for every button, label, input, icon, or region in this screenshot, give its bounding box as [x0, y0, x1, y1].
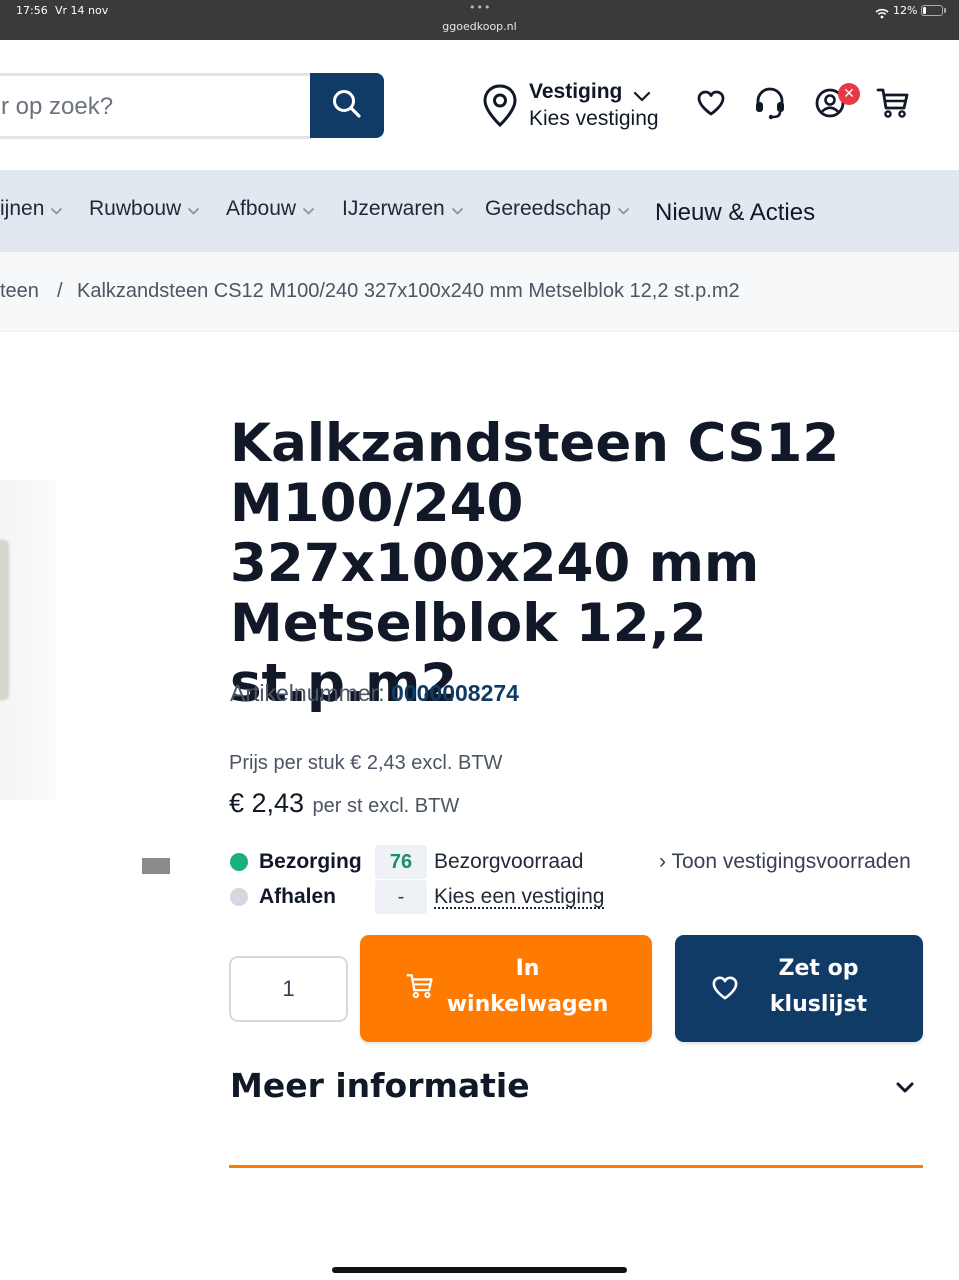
stock-delivery-row: Bezorging 76 Bezorgvoorraad › Toon vesti…	[229, 845, 929, 881]
choose-store-link[interactable]: Kies een vestiging	[434, 885, 604, 909]
search-box	[0, 73, 312, 139]
add-to-cart-line2: winkelwagen	[446, 992, 609, 1017]
article-number: Artikelnummer: 0000008274	[230, 680, 519, 707]
image-thumbnail[interactable]	[142, 858, 170, 874]
nav-item-label: Nieuw & Acties	[655, 199, 816, 226]
stock-quantity: -	[375, 880, 427, 914]
stock-pickup-row: Afhalen - Kies een vestiging	[229, 880, 929, 916]
status-dot-available	[230, 853, 248, 871]
stock-label: Bezorging	[259, 850, 362, 873]
search-button[interactable]	[310, 73, 384, 138]
add-to-list-line1: Zet op	[778, 956, 859, 981]
add-to-cart-button[interactable]: In winkelwagen	[360, 935, 652, 1042]
price-unit: per st excl. BTW	[312, 795, 460, 817]
nav-item-ruwbouw[interactable]: Ruwbouw	[89, 196, 200, 222]
breadcrumb-separator: /	[57, 280, 63, 302]
product-image-brick	[0, 540, 8, 700]
wifi-icon	[875, 4, 889, 23]
chevron-down-icon	[187, 198, 200, 222]
more-info-toggle[interactable]: Meer informatie	[230, 1066, 923, 1116]
show-store-stock-link[interactable]: › Toon vestigingsvoorraden	[659, 850, 911, 874]
show-store-stock-label: Toon vestigingsvoorraden	[671, 850, 911, 873]
browser-url[interactable]: ggoedkoop.nl	[0, 20, 959, 33]
battery-icon	[921, 5, 943, 16]
stock-quantity: 76	[375, 845, 427, 879]
nav-item-label: IJzerwaren	[342, 197, 445, 220]
section-divider	[229, 1165, 923, 1168]
status-time: 17:56	[16, 4, 48, 17]
breadcrumb-parent-link[interactable]: teen	[0, 280, 39, 303]
chevron-down-icon	[50, 198, 63, 222]
battery-percentage: 12%	[893, 4, 918, 17]
cart-icon	[406, 972, 434, 1004]
status-dot-unavailable	[230, 888, 248, 906]
stock-description: Bezorgvoorraad	[434, 850, 584, 873]
product-title: Kalkzandsteen CS12 M100/240 327x100x240 …	[230, 413, 840, 714]
cart-button[interactable]	[876, 88, 910, 122]
nav-item-afbouw[interactable]: Afbouw	[226, 196, 315, 222]
nav-item-ijnen[interactable]: ijnen	[0, 196, 63, 222]
chevron-down-icon	[633, 88, 651, 107]
store-selector[interactable]: Vestiging Kies vestiging	[482, 80, 672, 132]
browser-menu-dots[interactable]: •••	[469, 1, 491, 14]
quantity-input[interactable]	[229, 956, 348, 1022]
heart-icon	[696, 89, 726, 121]
add-to-cart-line1: In	[515, 956, 540, 981]
home-indicator[interactable]	[332, 1267, 627, 1273]
add-to-list-label: Zet op kluslijst	[751, 951, 886, 1023]
store-subtitle: Kies vestiging	[529, 107, 659, 130]
main-navigation: ijnen Ruwbouw Afbouw IJzerwaren Gereedsc…	[0, 170, 959, 252]
product-image[interactable]	[0, 480, 56, 800]
breadcrumb: teen / Kalkzandsteen CS12 M100/240 327x1…	[0, 252, 959, 332]
nav-item-ijzerwaren[interactable]: IJzerwaren	[342, 196, 464, 222]
nav-item-nieuw-acties[interactable]: Nieuw & Acties	[655, 199, 815, 227]
stock-label: Afhalen	[259, 885, 337, 908]
account-badge[interactable]: ✕	[838, 83, 860, 105]
location-pin-icon	[482, 84, 518, 132]
nav-item-label: Afbouw	[226, 197, 297, 220]
add-to-list-button[interactable]: Zet op kluslijst	[675, 935, 923, 1042]
search-icon	[331, 88, 363, 124]
nav-item-gereedschap[interactable]: Gereedschap	[485, 196, 630, 222]
nav-item-label: ijnen	[0, 197, 45, 220]
price-per-piece: Prijs per stuk € 2,43 excl. BTW	[229, 752, 503, 774]
chevron-down-icon	[895, 1080, 915, 1099]
chevron-right-icon: ›	[659, 850, 666, 873]
status-date: Vr 14 nov	[55, 4, 109, 17]
heart-icon	[711, 975, 739, 1005]
article-number-label: Artikelnummer:	[230, 680, 385, 706]
nav-item-label: Ruwbouw	[89, 197, 182, 220]
more-info-label: Meer informatie	[230, 1066, 530, 1105]
wishlist-button[interactable]	[694, 88, 728, 122]
chevron-down-icon	[451, 198, 464, 222]
customer-service-button[interactable]	[753, 86, 787, 124]
chevron-down-icon	[617, 198, 630, 222]
battery-tip	[944, 8, 946, 13]
price-amount: € 2,43	[229, 788, 305, 818]
breadcrumb-current: Kalkzandsteen CS12 M100/240 327x100x240 …	[77, 280, 740, 302]
status-bar: 17:56 Vr 14 nov ••• ggoedkoop.nl 12%	[0, 0, 959, 40]
nav-item-label: Gereedschap	[485, 197, 612, 220]
article-number-value: 0000008274	[391, 680, 519, 706]
add-to-cart-label: In winkelwagen	[440, 951, 615, 1023]
search-input[interactable]	[1, 90, 301, 124]
add-to-list-line2: kluslijst	[769, 992, 868, 1017]
chevron-down-icon	[302, 198, 315, 222]
headset-icon	[753, 86, 787, 124]
store-title: Vestiging	[529, 80, 623, 103]
price: € 2,43 per st excl. BTW	[229, 788, 459, 819]
cart-icon	[876, 87, 910, 123]
site-header: Vestiging Kies vestiging ✕	[0, 40, 959, 170]
